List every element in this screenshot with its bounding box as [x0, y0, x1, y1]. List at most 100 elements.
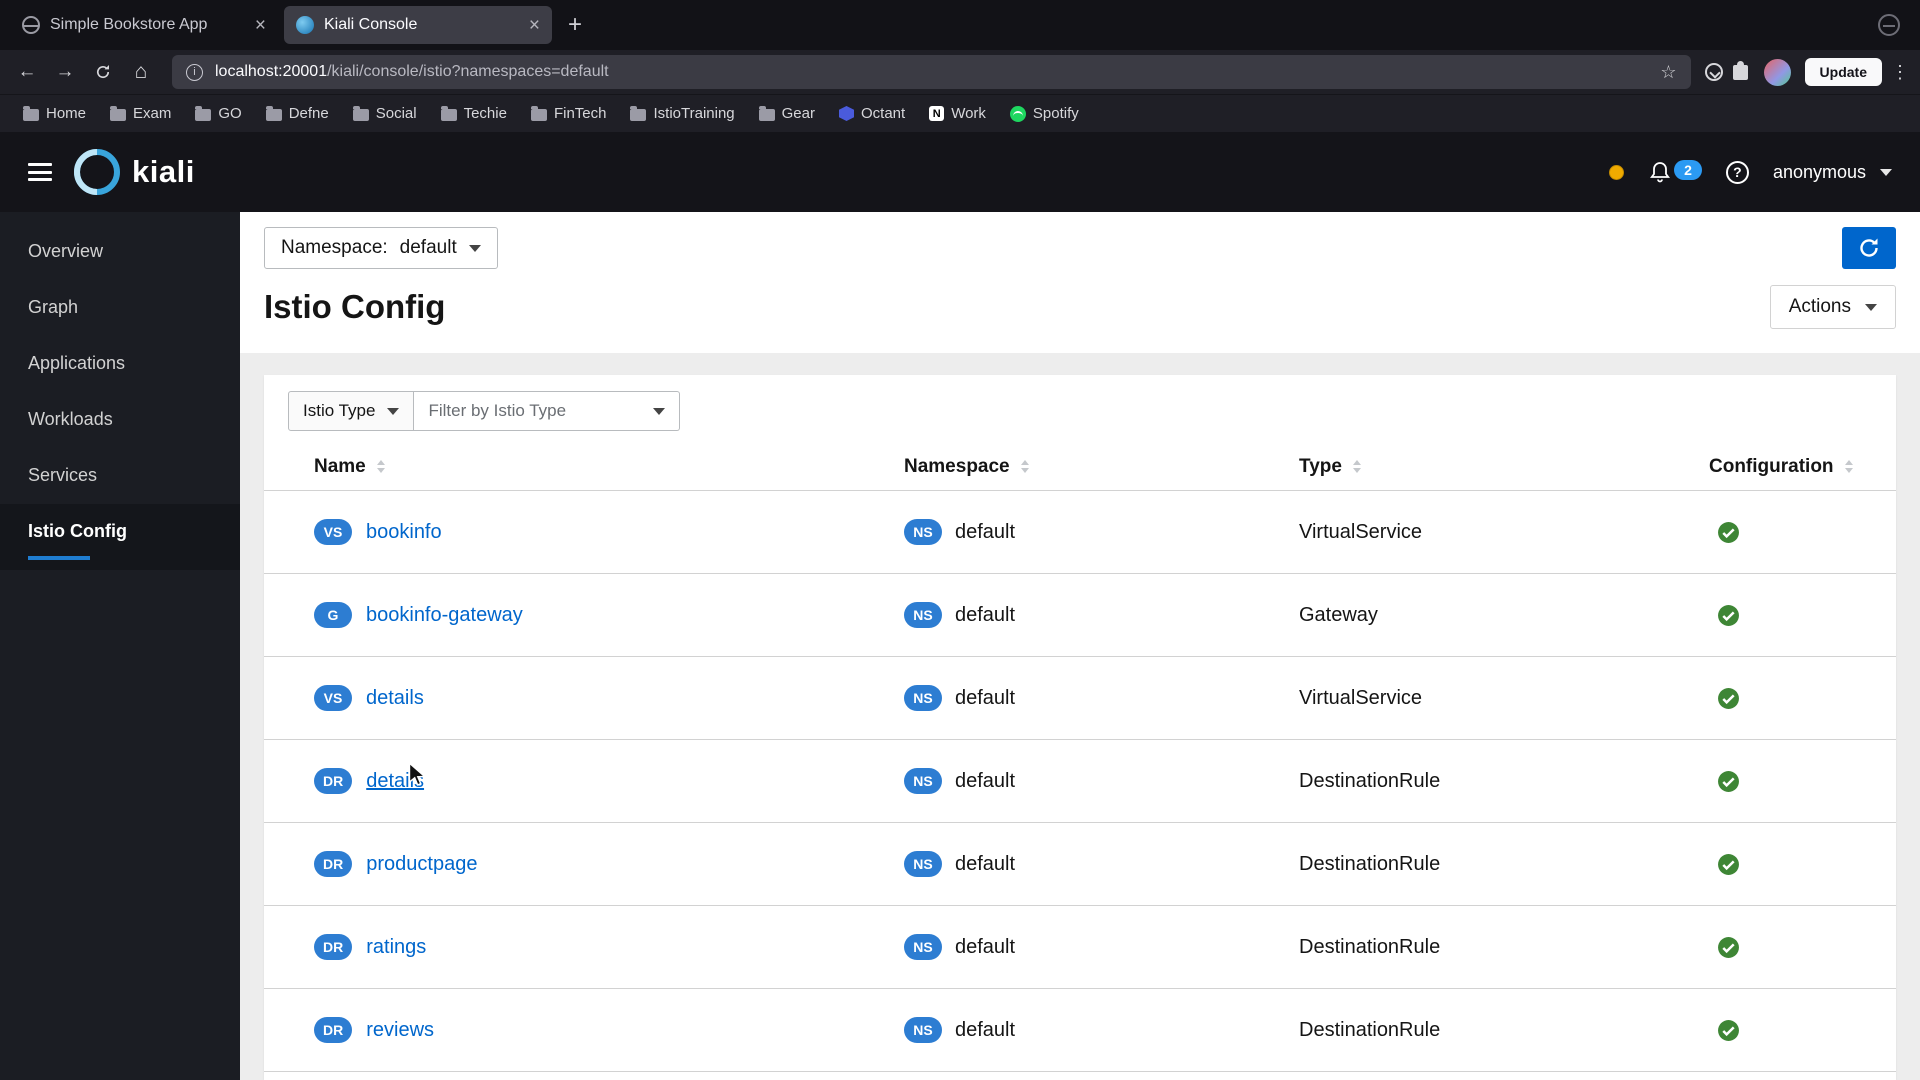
forward-button[interactable] [48, 56, 82, 88]
browser-tab-kiali[interactable]: Kiali Console [284, 6, 552, 44]
close-tab-icon[interactable] [255, 16, 266, 35]
valid-check-icon[interactable] [1717, 687, 1740, 710]
config-name-link[interactable]: details [366, 687, 424, 710]
bookmark-item[interactable]: Home [14, 101, 95, 126]
valid-check-icon[interactable] [1717, 1019, 1740, 1042]
table-row: VS bookinfo NS default VirtualService [264, 491, 1896, 574]
namespace-label: Namespace: [281, 237, 388, 258]
bookmark-item[interactable]: GO [186, 101, 250, 126]
bookmark-item[interactable]: Gear [750, 101, 824, 126]
namespace-cell: NS default [904, 685, 1299, 711]
new-tab-button[interactable] [558, 8, 592, 42]
mesh-status-icon[interactable] [1609, 164, 1625, 180]
namespace-select[interactable]: Namespace: default [264, 227, 498, 269]
address-bar[interactable]: localhost:20001/kiali/console/istio?name… [172, 55, 1691, 89]
user-menu[interactable]: anonymous [1773, 162, 1892, 183]
bookmark-item[interactable]: Octant [830, 101, 914, 126]
valid-check-icon[interactable] [1717, 770, 1740, 793]
extensions-icon[interactable] [1732, 60, 1748, 80]
bookmark-item[interactable]: Defne [257, 101, 338, 126]
filter-category-select[interactable]: Istio Type [288, 391, 415, 431]
table-row: G bookinfo-gateway NS default Gateway [264, 574, 1896, 657]
config-name-link[interactable]: details [366, 770, 424, 793]
valid-check-icon[interactable] [1717, 604, 1740, 627]
bookmark-label: Gear [781, 105, 815, 122]
kiali-masthead: kiali 2 anonymous [0, 132, 1920, 212]
namespace-cell: NS default [904, 602, 1299, 628]
actions-dropdown[interactable]: Actions [1769, 285, 1896, 329]
table-row: VS details NS default VirtualService [264, 657, 1896, 740]
media-indicator-icon[interactable] [1878, 14, 1900, 36]
column-header-namespace[interactable]: Namespace [904, 456, 1299, 478]
browser-nav-bar: localhost:20001/kiali/console/istio?name… [0, 50, 1920, 94]
sort-icon[interactable] [375, 459, 387, 474]
browser-menu-icon[interactable] [1890, 62, 1910, 83]
sidebar-item[interactable]: Graph [0, 280, 240, 336]
config-name-link[interactable]: bookinfo [366, 521, 442, 544]
masthead-right: 2 anonymous [1609, 160, 1892, 184]
site-info-icon[interactable] [186, 63, 203, 81]
configuration-cell [1709, 936, 1896, 959]
content-header: Namespace: default Istio Config Actions [240, 212, 1920, 353]
column-header-name[interactable]: Name [264, 456, 904, 478]
browser-update-button[interactable]: Update [1804, 58, 1882, 86]
namespace-name: default [955, 852, 1016, 875]
bookmark-item[interactable]: Exam [101, 101, 180, 126]
browser-tab-bookstore[interactable]: Simple Bookstore App [10, 6, 278, 44]
sidebar-item[interactable]: Applications [0, 336, 240, 392]
column-header-configuration[interactable]: Configuration [1709, 456, 1896, 478]
namespace-name: default [955, 769, 1016, 792]
sidebar-item[interactable]: Overview [0, 224, 240, 280]
filter-toolbar: Istio Type Filter by Istio Type [264, 375, 1896, 443]
bookmark-item[interactable]: Spotify [1001, 101, 1088, 126]
sidebar-item[interactable]: Services [0, 448, 240, 504]
namespace-name: default [955, 520, 1016, 543]
bookmark-star-icon[interactable] [1660, 62, 1676, 83]
pocket-icon[interactable] [1704, 63, 1723, 81]
sidebar-item[interactable]: Istio Config [0, 504, 240, 570]
namespace-cell: NS default [904, 934, 1299, 960]
sort-icon[interactable] [1843, 459, 1855, 474]
bell-icon [1650, 162, 1671, 183]
namespace-badge: NS [904, 602, 942, 628]
bookmark-item[interactable]: FinTech [522, 101, 616, 126]
config-name-link[interactable]: reviews [366, 1019, 434, 1042]
valid-check-icon[interactable] [1717, 936, 1740, 959]
bookmark-item[interactable]: IstioTraining [621, 101, 743, 126]
valid-check-icon[interactable] [1717, 521, 1740, 544]
type-cell: VirtualService [1299, 520, 1423, 543]
notifications-button[interactable]: 2 [1648, 160, 1702, 184]
reload-icon [96, 65, 110, 79]
help-icon[interactable] [1725, 160, 1749, 184]
sidebar-item[interactable]: Workloads [0, 392, 240, 448]
back-button[interactable] [10, 56, 44, 88]
table-body: VS bookinfo NS default VirtualService G … [264, 491, 1896, 1072]
profile-avatar[interactable] [1763, 58, 1791, 86]
column-header-type[interactable]: Type [1299, 456, 1709, 478]
bookmark-icon [440, 106, 457, 121]
refresh-button[interactable] [1842, 227, 1896, 269]
sort-icon[interactable] [1351, 459, 1363, 474]
config-name-link[interactable]: bookinfo-gateway [366, 604, 523, 627]
type-badge: DR [314, 934, 353, 960]
bookmark-item[interactable]: Social [344, 101, 426, 126]
bookmark-label: Work [951, 105, 986, 122]
bookmark-item[interactable]: Techie [432, 101, 516, 126]
type-cell: VirtualService [1299, 686, 1423, 709]
type-cell: DestinationRule [1299, 769, 1441, 792]
istio-type-filter-select[interactable]: Filter by Istio Type [414, 391, 681, 431]
reload-button[interactable] [86, 56, 120, 88]
home-button[interactable] [124, 56, 158, 88]
nav-toggle-icon[interactable] [28, 163, 52, 181]
config-name-link[interactable]: ratings [366, 936, 426, 959]
close-tab-icon[interactable] [529, 16, 540, 35]
namespace-name: default [955, 686, 1016, 709]
type-badge: DR [314, 1017, 353, 1043]
sort-icon[interactable] [1019, 459, 1031, 474]
valid-check-icon[interactable] [1717, 853, 1740, 876]
namespace-value: default [399, 237, 457, 258]
config-name-link[interactable]: productpage [366, 853, 477, 876]
bookmark-item[interactable]: Work [920, 101, 995, 126]
bookmark-icon [530, 106, 547, 121]
namespace-name: default [955, 935, 1016, 958]
